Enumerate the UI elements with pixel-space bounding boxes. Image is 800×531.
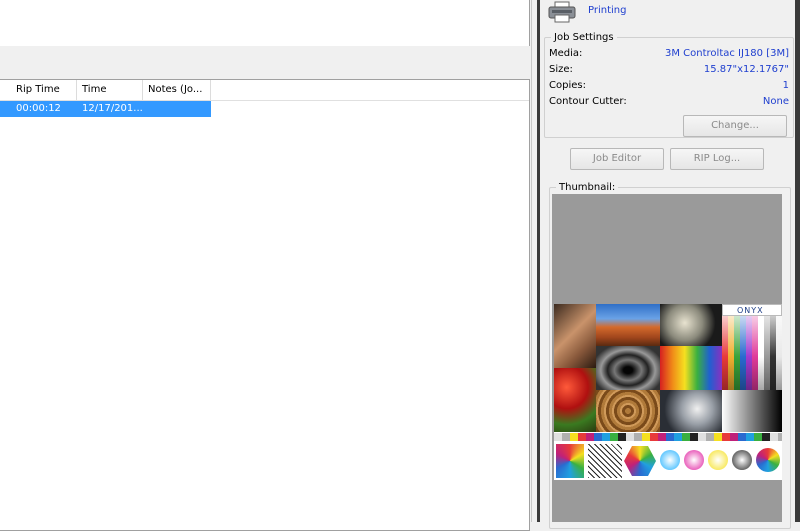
col-header-notes[interactable]: Notes (Jo... — [143, 80, 211, 100]
color-bar — [554, 433, 782, 441]
color-wheel — [756, 448, 780, 472]
setting-contour-cutter: Contour Cutter: None — [549, 95, 789, 109]
swatch-magenta — [684, 450, 704, 470]
photo-tile — [660, 346, 722, 390]
calibration-tile — [556, 444, 584, 478]
jobs-pane: Rip Time Time Notes (Jo... 00:00:12 12/1… — [0, 0, 533, 531]
table-row[interactable]: 00:00:12 12/17/201... — [0, 101, 211, 117]
job-list[interactable]: Rip Time Time Notes (Jo... 00:00:12 12/1… — [0, 79, 530, 531]
setting-value: 1 — [782, 80, 789, 91]
list-header: Rip Time Time Notes (Jo... — [0, 80, 529, 101]
photo-tile — [596, 390, 660, 432]
photo-tile — [554, 304, 596, 368]
swatch-yellow — [708, 450, 728, 470]
setting-label: Contour Cutter: — [549, 96, 627, 107]
status-text: Printing — [588, 5, 627, 16]
cell-rip-time: 00:00:12 — [16, 103, 61, 114]
cell-time: 12/17/201... — [82, 103, 143, 114]
setting-size: Size: 15.87"x12.1767" — [549, 63, 789, 77]
window-edge — [795, 0, 800, 522]
setting-media: Media: 3M Controltac IJ180 [3M] — [549, 47, 789, 61]
swatch-black — [732, 450, 752, 470]
setting-value: 3M Controltac IJ180 [3M] — [665, 48, 789, 59]
setting-label: Copies: — [549, 80, 586, 91]
setting-copies: Copies: 1 — [549, 79, 789, 93]
photo-tile — [596, 304, 660, 346]
setting-value: 15.87"x12.1767" — [703, 64, 789, 75]
setting-label: Media: — [549, 48, 583, 59]
swatch-cyan — [660, 450, 680, 470]
photo-tile — [596, 346, 660, 390]
thumbnail-title: Thumbnail: — [559, 182, 616, 193]
change-button[interactable]: Change... — [683, 115, 787, 137]
grayscale-tile — [722, 390, 782, 432]
setting-value: None — [762, 96, 789, 107]
calibration-tile — [624, 446, 656, 476]
rip-log-button[interactable]: RIP Log... — [670, 148, 764, 170]
onyx-logo: ONYX — [722, 304, 782, 316]
job-editor-button[interactable]: Job Editor — [570, 148, 664, 170]
calibration-tile — [588, 444, 622, 478]
job-settings-title: Job Settings — [554, 32, 614, 43]
col-header-rip-time[interactable]: Rip Time — [11, 80, 77, 100]
photo-tile — [660, 390, 722, 432]
setting-label: Size: — [549, 64, 573, 75]
photo-tile — [660, 304, 722, 346]
status-row: Printing — [546, 0, 786, 26]
job-settings-group: Job Settings Media: 3M Controltac IJ180 … — [544, 32, 794, 138]
thumbnail-image: ONYX — [554, 304, 782, 480]
photo-tile — [554, 368, 596, 432]
top-panel — [0, 0, 530, 47]
onyx-logo-text: ONYX — [737, 306, 764, 315]
col-header-time[interactable]: Time — [77, 80, 143, 100]
printer-icon — [548, 1, 576, 23]
toolbar-strip — [0, 46, 531, 76]
